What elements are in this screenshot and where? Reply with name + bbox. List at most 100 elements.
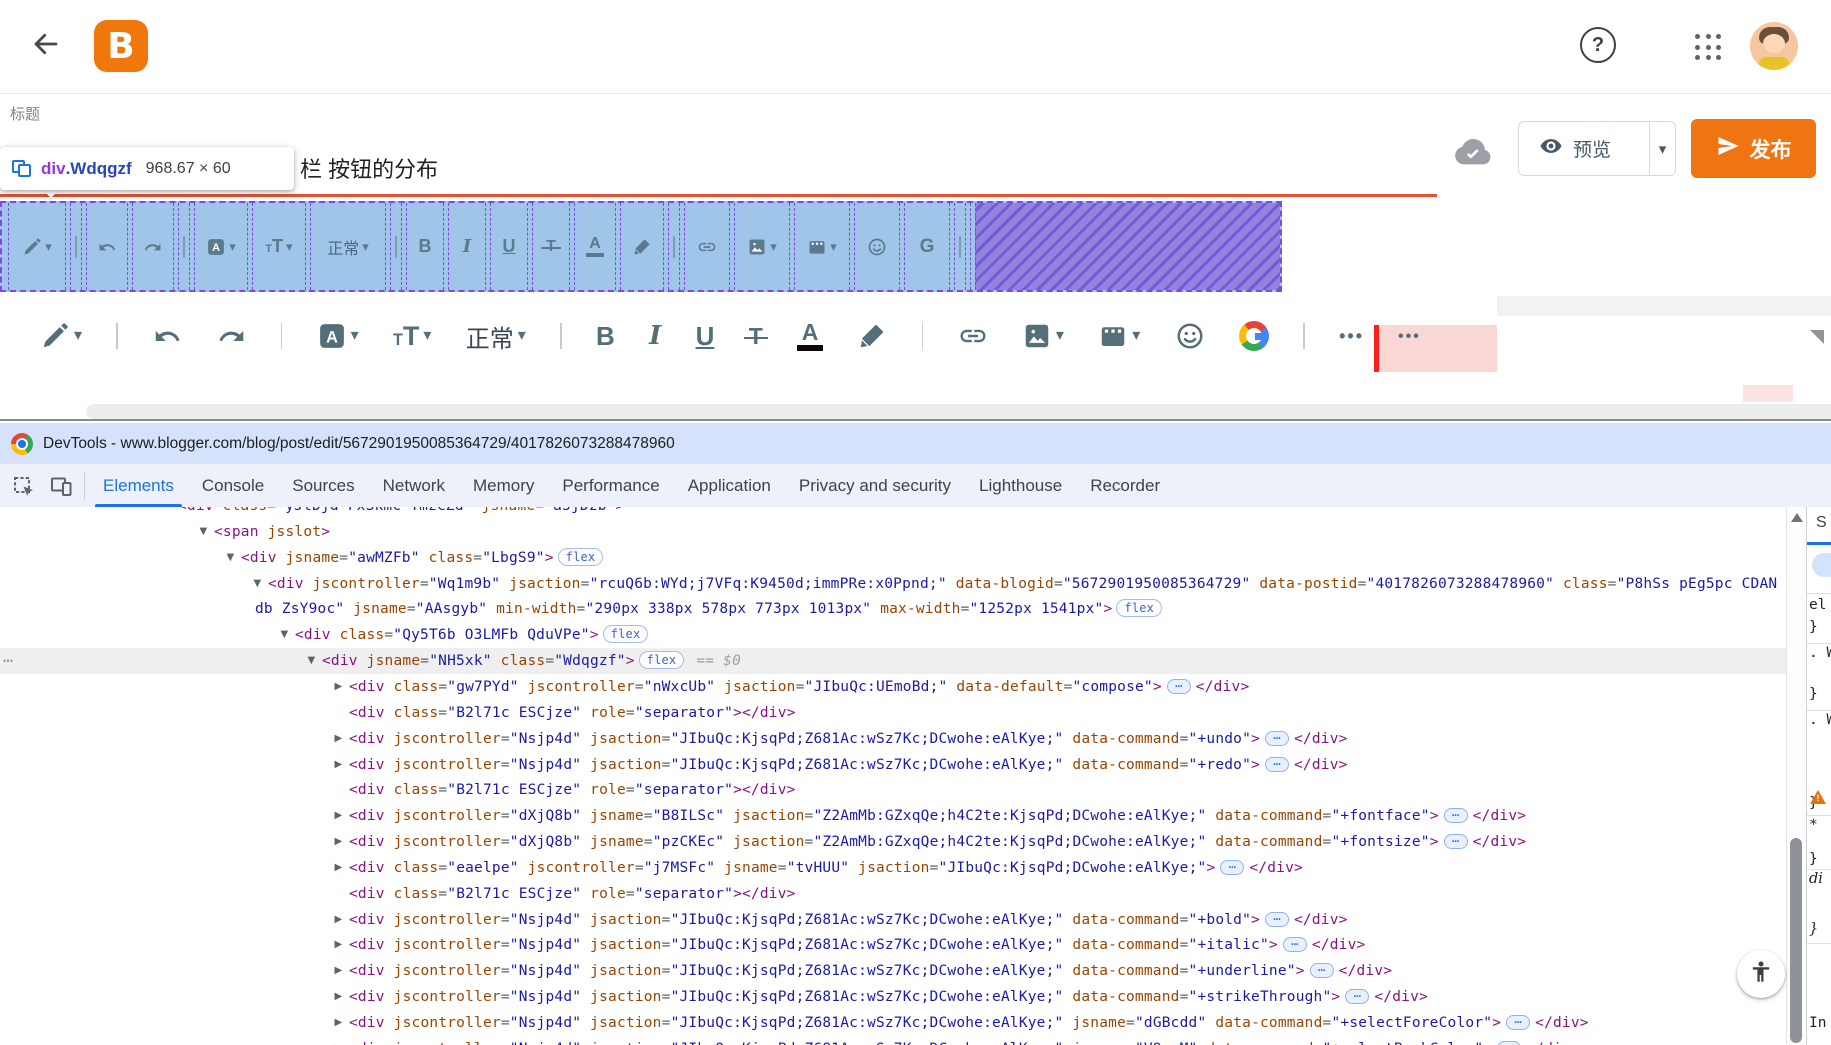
more-options-icon-overlay[interactable]: •••: [1398, 328, 1421, 346]
dom-tree-line[interactable]: <div jscontroller="Nsjp4d" jsaction="JIb…: [349, 726, 1348, 752]
paragraph-style-button[interactable]: 正常▾: [466, 319, 526, 354]
text-color-button[interactable]: A: [574, 203, 616, 290]
tree-expand-arrow[interactable]: ▶: [331, 674, 346, 700]
preview-button-main[interactable]: 预览: [1519, 134, 1637, 163]
link-button[interactable]: [958, 321, 988, 351]
google-g-button[interactable]: [1239, 321, 1269, 351]
tree-expand-arrow[interactable]: ▶: [331, 932, 346, 958]
italic-button[interactable]: I: [649, 321, 661, 351]
dom-tree-line[interactable]: <div jscontroller="Nsjp4d" jsaction="JIb…: [349, 932, 1365, 958]
tree-collapse-arrow[interactable]: ▼: [196, 519, 211, 545]
italic-button[interactable]: I: [448, 203, 486, 290]
elements-scrollbar[interactable]: [1786, 507, 1805, 1045]
link-button[interactable]: [684, 203, 730, 290]
dom-tree-line[interactable]: <span jsslot>: [214, 519, 330, 545]
tree-expand-arrow[interactable]: ▶: [331, 907, 346, 933]
redo-button[interactable]: [217, 321, 247, 351]
dom-tree-line[interactable]: <div jscontroller="dXjQ8b" jsname="pzCKE…: [349, 829, 1526, 855]
preview-button[interactable]: 预览 ▾: [1518, 121, 1676, 176]
flex-badge[interactable]: flex: [639, 651, 685, 669]
title-input[interactable]: 栏 按钮的分布: [300, 152, 438, 184]
dom-tree-line[interactable]: <div jscontroller="Nsjp4d" jsaction="JIb…: [349, 1010, 1589, 1036]
device-toolbar-icon[interactable]: [46, 471, 76, 501]
google-apps-grid-button[interactable]: [1692, 31, 1724, 63]
tree-expand-arrow[interactable]: ▶: [331, 726, 346, 752]
font-box-button[interactable]: A▾: [194, 203, 248, 290]
collapsed-content-ellipsis[interactable]: ⋯: [1506, 1015, 1530, 1030]
collapsed-content-ellipsis[interactable]: ⋯: [1265, 912, 1289, 927]
tab-network[interactable]: Network: [369, 464, 459, 508]
underline-button[interactable]: U: [696, 321, 715, 352]
dom-tree-line[interactable]: <div class="B2l71c ESCjze" role="separat…: [349, 881, 796, 907]
preview-dropdown-caret[interactable]: ▾: [1650, 140, 1675, 158]
tree-collapse-arrow[interactable]: ▼: [277, 622, 292, 648]
tree-expand-arrow[interactable]: ▶: [331, 1036, 346, 1045]
image-button[interactable]: ▾: [1022, 321, 1064, 351]
tab-sources[interactable]: Sources: [278, 464, 368, 508]
tab-memory[interactable]: Memory: [459, 464, 548, 508]
tab-console[interactable]: Console: [188, 464, 278, 508]
tab-elements[interactable]: Elements: [89, 464, 188, 508]
dom-tree-line[interactable]: <div class="yJlDjd FxSkmc TmzcZd" jsname…: [178, 507, 625, 519]
bold-button[interactable]: B: [596, 321, 615, 352]
collapsed-content-ellipsis[interactable]: ⋯: [1310, 963, 1334, 978]
devtools-titlebar[interactable]: DevTools - www.blogger.com/blog/post/edi…: [0, 423, 1831, 464]
styles-tab-label[interactable]: S: [1816, 514, 1827, 532]
publish-button[interactable]: 发布: [1691, 119, 1816, 178]
tree-collapse-arrow[interactable]: ▼: [250, 571, 265, 597]
video-button[interactable]: ▾: [794, 203, 850, 290]
strikethrough-button[interactable]: T: [532, 203, 570, 290]
dom-tree-line[interactable]: <div jscontroller="Nsjp4d" jsaction="JIb…: [349, 907, 1348, 933]
undo-button[interactable]: [86, 203, 128, 290]
collapsed-content-ellipsis[interactable]: ⋯: [1444, 834, 1468, 849]
dom-tree-line[interactable]: <div class="eaelpe" jscontroller="j7MSFc…: [349, 855, 1303, 881]
image-button[interactable]: ▾: [734, 203, 790, 290]
pencil-button[interactable]: ▾: [8, 203, 66, 290]
more-button[interactable]: •••: [1339, 326, 1364, 347]
tree-expand-arrow[interactable]: ▶: [331, 958, 346, 984]
tab-privacy-and-security[interactable]: Privacy and security: [785, 464, 965, 508]
highlighter-button[interactable]: [620, 203, 664, 290]
tab-lighthouse[interactable]: Lighthouse: [965, 464, 1076, 508]
collapsed-content-ellipsis[interactable]: ⋯: [1444, 808, 1468, 823]
text-size-button[interactable]: TT▾: [393, 321, 431, 352]
emoji-button[interactable]: [1175, 321, 1205, 351]
collapsed-content-ellipsis[interactable]: ⋯: [1265, 757, 1289, 772]
strikethrough-button[interactable]: T: [749, 323, 763, 350]
tree-line-more-actions-icon[interactable]: ⋯: [3, 648, 13, 674]
dom-tree-line[interactable]: <div jsname="NH5xk" class="Wdqgzf">flex=…: [322, 648, 741, 674]
dom-tree-line[interactable]: <div class="B2l71c ESCjze" role="separat…: [349, 700, 796, 726]
collapsed-content-ellipsis[interactable]: ⋯: [1220, 860, 1244, 875]
undo-button[interactable]: [152, 321, 182, 351]
collapsed-content-ellipsis[interactable]: ⋯: [1283, 937, 1307, 952]
highlighter-button[interactable]: [857, 321, 887, 351]
collapsed-content-ellipsis[interactable]: ⋯: [1497, 1041, 1521, 1045]
resize-corner-icon[interactable]: [1810, 330, 1824, 344]
tree-expand-arrow[interactable]: ▶: [331, 855, 346, 881]
paragraph-style-button[interactable]: 正常▾: [310, 203, 386, 290]
tree-expand-arrow[interactable]: ▶: [331, 803, 346, 829]
dom-tree-line[interactable]: <div jscontroller="Nsjp4d" jsaction="JIb…: [349, 752, 1348, 778]
dom-tree-line[interactable]: <div jscontroller="Nsjp4d" jsaction="JIb…: [349, 984, 1428, 1010]
dom-tree-line[interactable]: <div class="Qy5T6b O3LMFb QduVPe">flex: [295, 622, 652, 648]
accessibility-button[interactable]: [1737, 950, 1785, 998]
text-color-button[interactable]: A: [797, 321, 823, 351]
tree-collapse-arrow[interactable]: ▼: [223, 545, 238, 571]
collapsed-content-ellipsis[interactable]: ⋯: [1265, 731, 1289, 746]
tree-collapse-arrow[interactable]: ▼: [304, 648, 319, 674]
elements-panel[interactable]: <div class="yJlDjd FxSkmc TmzcZd" jsname…: [0, 507, 1786, 1045]
dom-tree-line[interactable]: <div jscontroller="Nsjp4d" jsaction="JIb…: [349, 958, 1392, 984]
text-size-button[interactable]: TT▾: [252, 203, 306, 290]
dom-tree-line[interactable]: db ZsY9oc" jsname="AAsgyb" min-width="29…: [255, 596, 1166, 622]
tree-expand-arrow[interactable]: ▶: [331, 1010, 346, 1036]
underline-button[interactable]: U: [490, 203, 528, 290]
tab-performance[interactable]: Performance: [548, 464, 673, 508]
blogger-logo[interactable]: B: [94, 20, 148, 72]
back-button[interactable]: [22, 22, 70, 70]
styles-filter-pill[interactable]: [1812, 553, 1831, 577]
tree-expand-arrow[interactable]: ▶: [331, 752, 346, 778]
dom-tree-line[interactable]: <div jscontroller="Wq1m9b" jsaction="rcu…: [268, 571, 1777, 597]
scrollbar-thumb[interactable]: [1790, 838, 1802, 1043]
dom-tree-line[interactable]: <div jsname="awMZFb" class="LbgS9">flex: [241, 545, 607, 571]
tree-expand-arrow[interactable]: ▶: [331, 984, 346, 1010]
